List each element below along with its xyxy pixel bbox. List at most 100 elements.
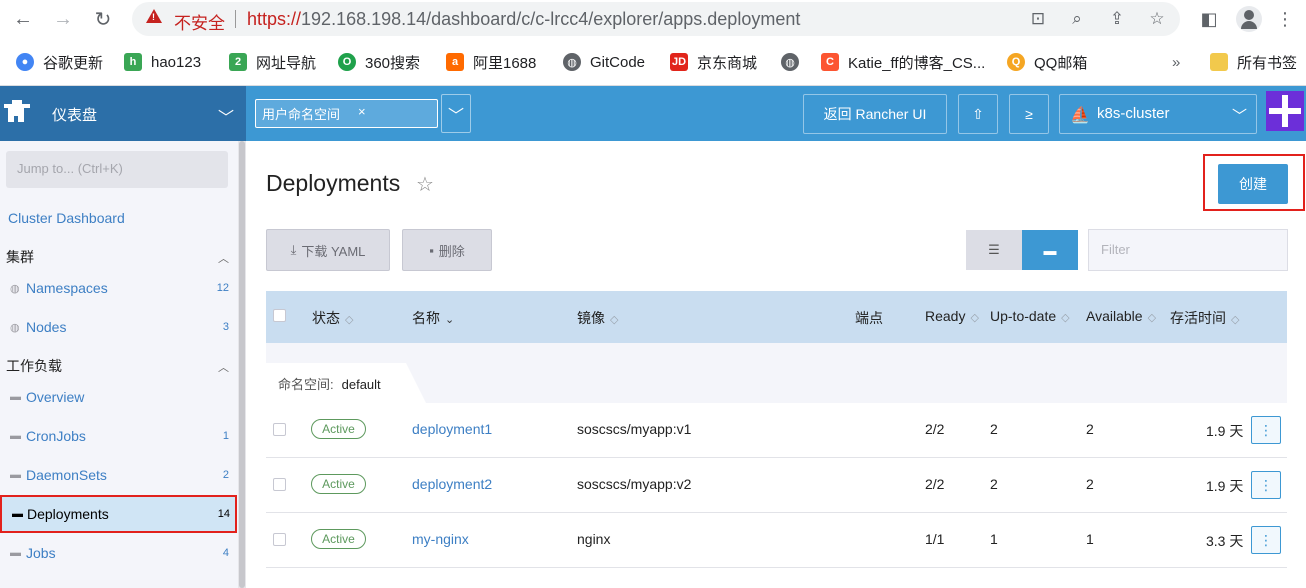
up-to-date-cell: 2 xyxy=(990,421,998,437)
column-header-image[interactable]: 镜像 ◇ xyxy=(577,308,618,328)
download-yaml-button[interactable]: ⤓ 下载 YAML xyxy=(266,229,390,271)
sidebar-item-namespaces[interactable]: ◍ Namespaces 12 xyxy=(10,280,232,300)
back-to-rancher-button[interactable]: 返回 Rancher UI xyxy=(803,94,947,134)
bookmark-item[interactable]: Q QQ邮箱 xyxy=(1007,52,1087,72)
url-rest: 192.168.198.14/dashboard/c/c-lrcc4/explo… xyxy=(301,9,801,29)
forward-arrow-icon[interactable]: → xyxy=(50,6,76,32)
cluster-selector[interactable]: ⛵ k8s-cluster ﹀ xyxy=(1059,94,1257,134)
bookmark-item[interactable]: C Katie_ff的博客_CS... xyxy=(821,52,985,72)
row-actions-kebab-icon[interactable]: ⋮ xyxy=(1251,471,1281,499)
zoom-icon[interactable]: ⌕ xyxy=(1066,8,1088,30)
status-badge: Active xyxy=(311,529,366,549)
address-bar[interactable]: 不安全 https://192.168.198.14/dashboard/c/c… xyxy=(132,2,1180,36)
row-actions-kebab-icon[interactable]: ⋮ xyxy=(1251,526,1281,554)
all-bookmarks-folder[interactable]: 所有书签 xyxy=(1210,52,1297,72)
folder-icon: ▬ xyxy=(10,547,21,559)
bookmark-label: hao123 xyxy=(151,53,202,71)
column-header-age[interactable]: 存活时间 ◇ xyxy=(1170,308,1239,328)
image-cell: soscscs/myapp:v1 xyxy=(577,421,692,437)
deployment-name-link[interactable]: my-nginx xyxy=(412,531,469,547)
sidebar-item-overview[interactable]: ▬ Overview xyxy=(10,389,232,409)
list-view-icon[interactable]: ☰ xyxy=(966,230,1022,270)
jd-icon: JD xyxy=(670,53,688,71)
bookmark-star-icon[interactable]: ☆ xyxy=(1146,8,1168,30)
group-workload[interactable]: 工作负载 xyxy=(6,356,62,376)
sidebar-item-label: DaemonSets xyxy=(26,467,107,483)
side-panel-icon[interactable]: ◧ xyxy=(1196,6,1222,32)
column-header-up-to-date[interactable]: Up-to-date ◇ xyxy=(990,308,1070,324)
column-header-endpoints: 端点 xyxy=(855,310,883,326)
bookmarks-overflow-icon[interactable]: » xyxy=(1172,52,1180,72)
group-cluster[interactable]: 集群 xyxy=(6,247,34,267)
available-cell: 1 xyxy=(1086,531,1094,547)
bookmark-item[interactable]: ◍ GitCode xyxy=(563,52,645,72)
bookmark-item[interactable]: h hao123 xyxy=(124,52,201,72)
sidebar-item-count: 2 xyxy=(222,469,229,481)
csdn-icon: C xyxy=(821,53,839,71)
back-arrow-icon[interactable]: ← xyxy=(10,6,36,32)
deployment-name-link[interactable]: deployment1 xyxy=(412,421,492,437)
row-checkbox[interactable] xyxy=(273,478,286,491)
group-view-folder-icon[interactable]: ▬ xyxy=(1022,230,1078,270)
row-actions-kebab-icon[interactable]: ⋮ xyxy=(1251,416,1281,444)
sidebar-item-count: 4 xyxy=(222,547,229,559)
column-label: Available xyxy=(1086,308,1143,324)
sidebar-item-cronjobs[interactable]: ▬ CronJobs 1 xyxy=(10,428,232,448)
sidebar-item-jobs[interactable]: ▬ Jobs 4 xyxy=(10,545,232,565)
reload-icon[interactable]: ↻ xyxy=(90,6,116,32)
chevron-down-icon[interactable]: ﹀ xyxy=(218,104,234,128)
cluster-icon: ⛵ xyxy=(1070,107,1090,124)
upload-icon[interactable]: ⇧ xyxy=(958,94,998,134)
sidebar-item-nodes[interactable]: ◍ Nodes 3 xyxy=(10,319,232,339)
sidebar-item-daemonsets[interactable]: ▬ DaemonSets 2 xyxy=(10,467,232,487)
bookmark-item[interactable]: 2 网址导航 xyxy=(229,52,316,72)
column-label: Up-to-date xyxy=(990,308,1057,324)
cluster-name: k8s-cluster xyxy=(1097,105,1170,122)
bookmark-item[interactable]: ● 谷歌更新 xyxy=(16,52,103,72)
kubectl-shell-icon[interactable]: ≥ xyxy=(1009,94,1049,134)
trash-icon: ▪ xyxy=(429,242,434,258)
delete-button[interactable]: ▪ 删除 xyxy=(402,229,492,271)
deployment-name-link[interactable]: deployment2 xyxy=(412,476,492,492)
cluster-dashboard-link[interactable]: Cluster Dashboard xyxy=(8,210,125,226)
sidebar-scrollbar-thumb[interactable] xyxy=(239,141,245,588)
namespace-dropdown-icon[interactable]: ﹀ xyxy=(441,94,471,133)
translate-icon[interactable]: ⊡ xyxy=(1027,8,1049,30)
brand-bar[interactable] xyxy=(0,86,246,141)
chip-close-icon[interactable]: × xyxy=(358,104,366,119)
profile-avatar-icon[interactable] xyxy=(1236,6,1262,32)
sort-icon: ◇ xyxy=(1231,314,1240,326)
column-header-available[interactable]: Available ◇ xyxy=(1086,308,1156,324)
url-text[interactable]: https://192.168.198.14/dashboard/c/c-lrc… xyxy=(247,9,800,30)
group-label: 命名空间: default xyxy=(278,374,381,393)
user-avatar[interactable] xyxy=(1266,91,1304,131)
row-checkbox[interactable] xyxy=(273,423,286,436)
download-icon: ⤓ xyxy=(290,242,297,257)
jump-to-input[interactable]: Jump to... (Ctrl+K) xyxy=(6,151,228,188)
column-header-state[interactable]: 状态 ◇ xyxy=(312,308,353,328)
column-header-name[interactable]: 名称 ⌄ xyxy=(412,308,454,328)
more-menu-icon[interactable]: ⋮ xyxy=(1272,6,1298,32)
bookmark-item[interactable]: a 阿里1688 xyxy=(446,52,536,72)
bookmark-item[interactable]: ◍ xyxy=(781,52,799,72)
url-scheme: https:// xyxy=(247,9,302,29)
caret-up-icon[interactable]: ︿ xyxy=(218,250,229,266)
sidebar-item-deployments[interactable]: ▬ Deployments 14 xyxy=(0,495,237,533)
select-all-checkbox[interactable] xyxy=(273,309,286,322)
column-header-ready[interactable]: Ready ◇ xyxy=(925,308,979,324)
folder-icon xyxy=(1210,53,1228,71)
filter-input[interactable]: Filter xyxy=(1088,229,1288,271)
brand-title: 仪表盘 xyxy=(52,107,98,124)
bookmark-item[interactable]: JD 京东商城 xyxy=(670,52,757,72)
bookmark-label: QQ邮箱 xyxy=(1034,54,1088,72)
2345-icon: 2 xyxy=(229,53,247,71)
image-cell: nginx xyxy=(577,531,611,547)
delete-label: 删除 xyxy=(438,243,465,259)
bookmark-item[interactable]: O 360搜索 xyxy=(338,52,420,72)
caret-up-icon[interactable]: ︿ xyxy=(218,359,229,375)
row-checkbox[interactable] xyxy=(273,533,286,546)
favorite-star-icon[interactable]: ☆ xyxy=(416,172,434,197)
create-button[interactable]: 创建 xyxy=(1218,164,1288,204)
bookmark-label: 谷歌更新 xyxy=(43,54,104,72)
share-icon[interactable]: ⇪ xyxy=(1106,8,1128,30)
